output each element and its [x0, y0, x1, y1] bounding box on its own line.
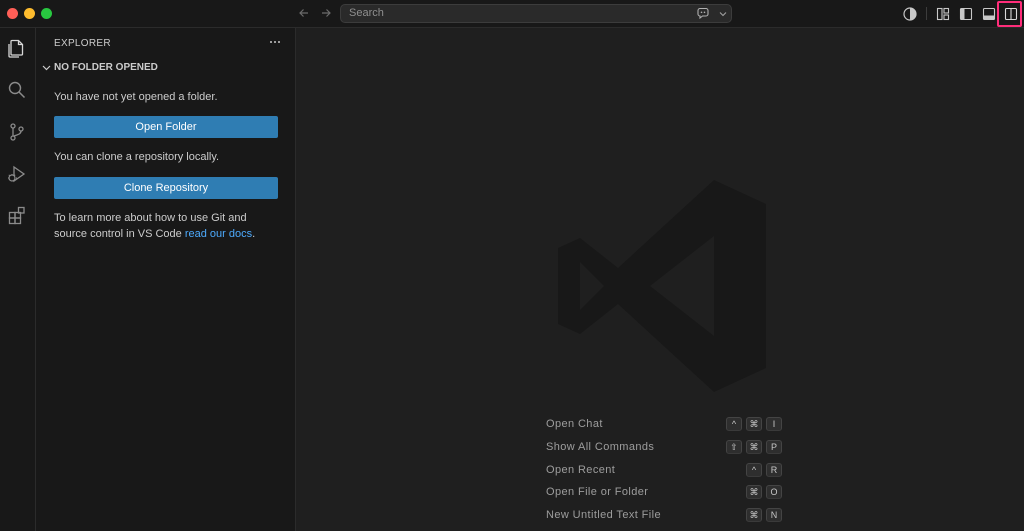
key-cap: ⇧	[726, 440, 742, 454]
open-folder-button[interactable]: Open Folder	[54, 116, 278, 138]
highlight-box	[997, 1, 1022, 27]
clone-text: You can clone a repository locally.	[54, 151, 220, 163]
section-title: NO FOLDER OPENED	[54, 62, 158, 73]
no-folder-text: You have not yet opened a folder.	[54, 91, 218, 103]
window-maximize-button[interactable]	[41, 8, 52, 19]
shortcut-open-chat[interactable]: Open Chat ^ ⌘ I	[546, 417, 786, 433]
toggle-panel-icon[interactable]	[980, 5, 998, 23]
extensions-icon[interactable]	[4, 203, 30, 229]
toggle-primary-sidebar-icon[interactable]	[957, 5, 975, 23]
customize-layout-icon[interactable]	[934, 5, 952, 23]
key-cap: N	[766, 508, 782, 522]
vscode-logo-watermark-icon	[558, 180, 766, 392]
titlebar-separator	[926, 7, 927, 20]
window-minimize-button[interactable]	[24, 8, 35, 19]
back-arrow-icon[interactable]	[296, 5, 312, 21]
sidebar-title: EXPLORER	[54, 38, 111, 49]
accounts-icon[interactable]	[901, 5, 919, 23]
read-docs-link[interactable]: read our docs	[185, 228, 252, 240]
key-cap: ^	[746, 463, 762, 477]
copilot-chat-icon[interactable]	[695, 6, 711, 21]
shortcut-keys: ⇧ ⌘ P	[726, 440, 782, 454]
key-cap: O	[766, 485, 782, 499]
title-bar: Search	[0, 0, 1024, 28]
vscode-window: Search EXPLORER NO FOLDER OPENED You hav…	[0, 0, 1024, 531]
shortcut-keys: ^ ⌘ I	[726, 417, 782, 431]
editor-area: Open Chat ^ ⌘ I Show All Commands ⇧ ⌘ P …	[296, 28, 1024, 531]
explorer-sidebar: EXPLORER NO FOLDER OPENED You have not y…	[36, 28, 296, 531]
shortcut-keys: ^ R	[746, 463, 782, 477]
no-folder-section-header[interactable]: NO FOLDER OPENED	[38, 60, 294, 76]
learn-more-text: To learn more about how to use Git and s…	[54, 210, 284, 242]
shortcut-label: New Untitled Text File	[546, 509, 661, 521]
learn-more-suffix: .	[252, 228, 256, 240]
shortcut-label: Open File or Folder	[546, 486, 649, 498]
key-cap: P	[766, 440, 782, 454]
shortcut-keys: ⌘ N	[746, 508, 782, 522]
clone-repository-button[interactable]: Clone Repository	[54, 177, 278, 199]
source-control-icon[interactable]	[4, 119, 30, 145]
explorer-icon[interactable]	[4, 35, 30, 61]
activity-bar	[0, 28, 36, 531]
chevron-down-icon	[40, 62, 52, 74]
chevron-down-icon[interactable]	[717, 7, 729, 20]
shortcut-open-recent[interactable]: Open Recent ^ R	[546, 463, 786, 479]
key-cap: R	[766, 463, 782, 477]
search-label: Search	[349, 7, 384, 19]
shortcut-open-file-or-folder[interactable]: Open File or Folder ⌘ O	[546, 485, 786, 501]
key-cap: ^	[726, 417, 742, 431]
shortcut-new-untitled-text-file[interactable]: New Untitled Text File ⌘ N	[546, 508, 786, 524]
learn-more-line2: source control in VS Code	[54, 228, 185, 240]
learn-more-line1: To learn more about how to use Git and	[54, 212, 247, 224]
key-cap: I	[766, 417, 782, 431]
shortcut-label: Open Chat	[546, 418, 603, 430]
key-cap: ⌘	[746, 485, 762, 499]
key-cap: ⌘	[746, 440, 762, 454]
shortcut-label: Show All Commands	[546, 441, 655, 453]
key-cap: ⌘	[746, 417, 762, 431]
shortcut-label: Open Recent	[546, 464, 616, 476]
shortcut-keys: ⌘ O	[746, 485, 782, 499]
forward-arrow-icon[interactable]	[318, 5, 334, 21]
command-center-search[interactable]: Search	[340, 4, 732, 23]
run-and-debug-icon[interactable]	[4, 161, 30, 187]
shortcut-show-all-commands[interactable]: Show All Commands ⇧ ⌘ P	[546, 440, 786, 456]
more-actions-icon[interactable]	[266, 34, 284, 50]
window-close-button[interactable]	[7, 8, 18, 19]
key-cap: ⌘	[746, 508, 762, 522]
search-icon[interactable]	[4, 77, 30, 103]
